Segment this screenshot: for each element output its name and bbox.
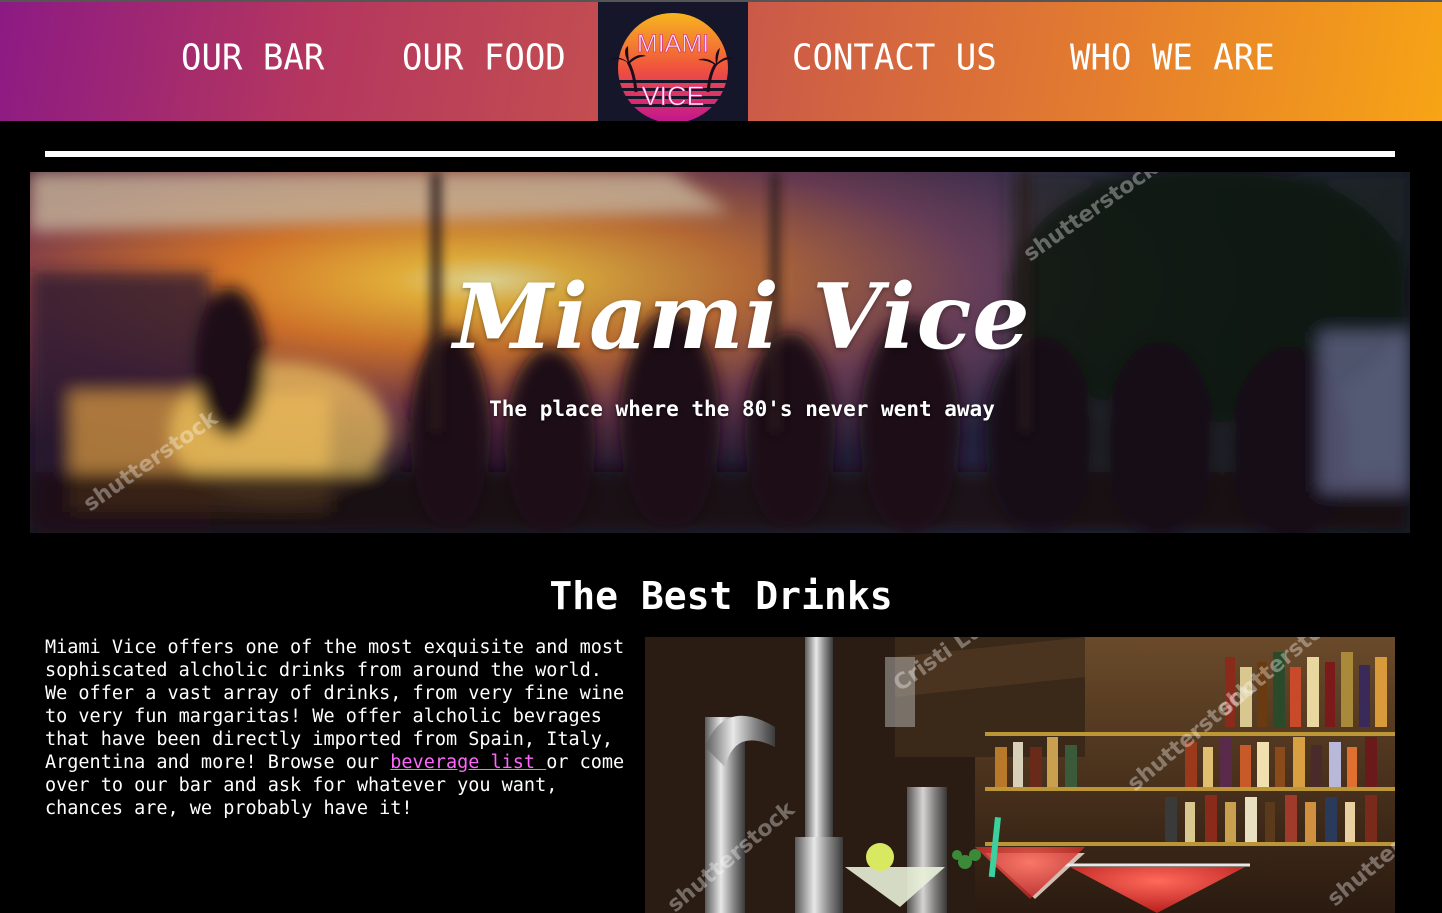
nav-our-food[interactable]: OUR FOOD bbox=[402, 37, 566, 79]
logo-text-vice: VICE bbox=[641, 81, 704, 111]
drinks-section-title: The Best Drinks bbox=[549, 574, 893, 618]
header-divider bbox=[45, 151, 1395, 157]
beverage-list-link[interactable]: beverage list bbox=[390, 752, 546, 773]
nav-our-bar[interactable]: OUR BAR bbox=[181, 37, 324, 79]
logo-image: MIAMI VICE bbox=[610, 13, 734, 121]
hero-banner: shutterstock shutterstock Miami Vice The… bbox=[30, 172, 1410, 533]
bar-photo-image: Cristi Lucaci shutterstock shutterstock … bbox=[645, 637, 1395, 913]
logo-home-link[interactable]: MIAMI VICE bbox=[598, 2, 748, 121]
bar-photo: Cristi Lucaci shutterstock shutterstock … bbox=[645, 637, 1395, 913]
drinks-description: Miami Vice offers one of the most exquis… bbox=[45, 636, 625, 820]
logo-text-miami: MIAMI bbox=[637, 30, 709, 58]
nav-who-we-are[interactable]: WHO WE ARE bbox=[1070, 37, 1275, 79]
nav-contact-us[interactable]: CONTACT US bbox=[792, 37, 997, 79]
hero-subtitle: The place where the 80's never went away bbox=[489, 397, 995, 421]
hero-title: Miami Vice bbox=[453, 264, 1031, 370]
